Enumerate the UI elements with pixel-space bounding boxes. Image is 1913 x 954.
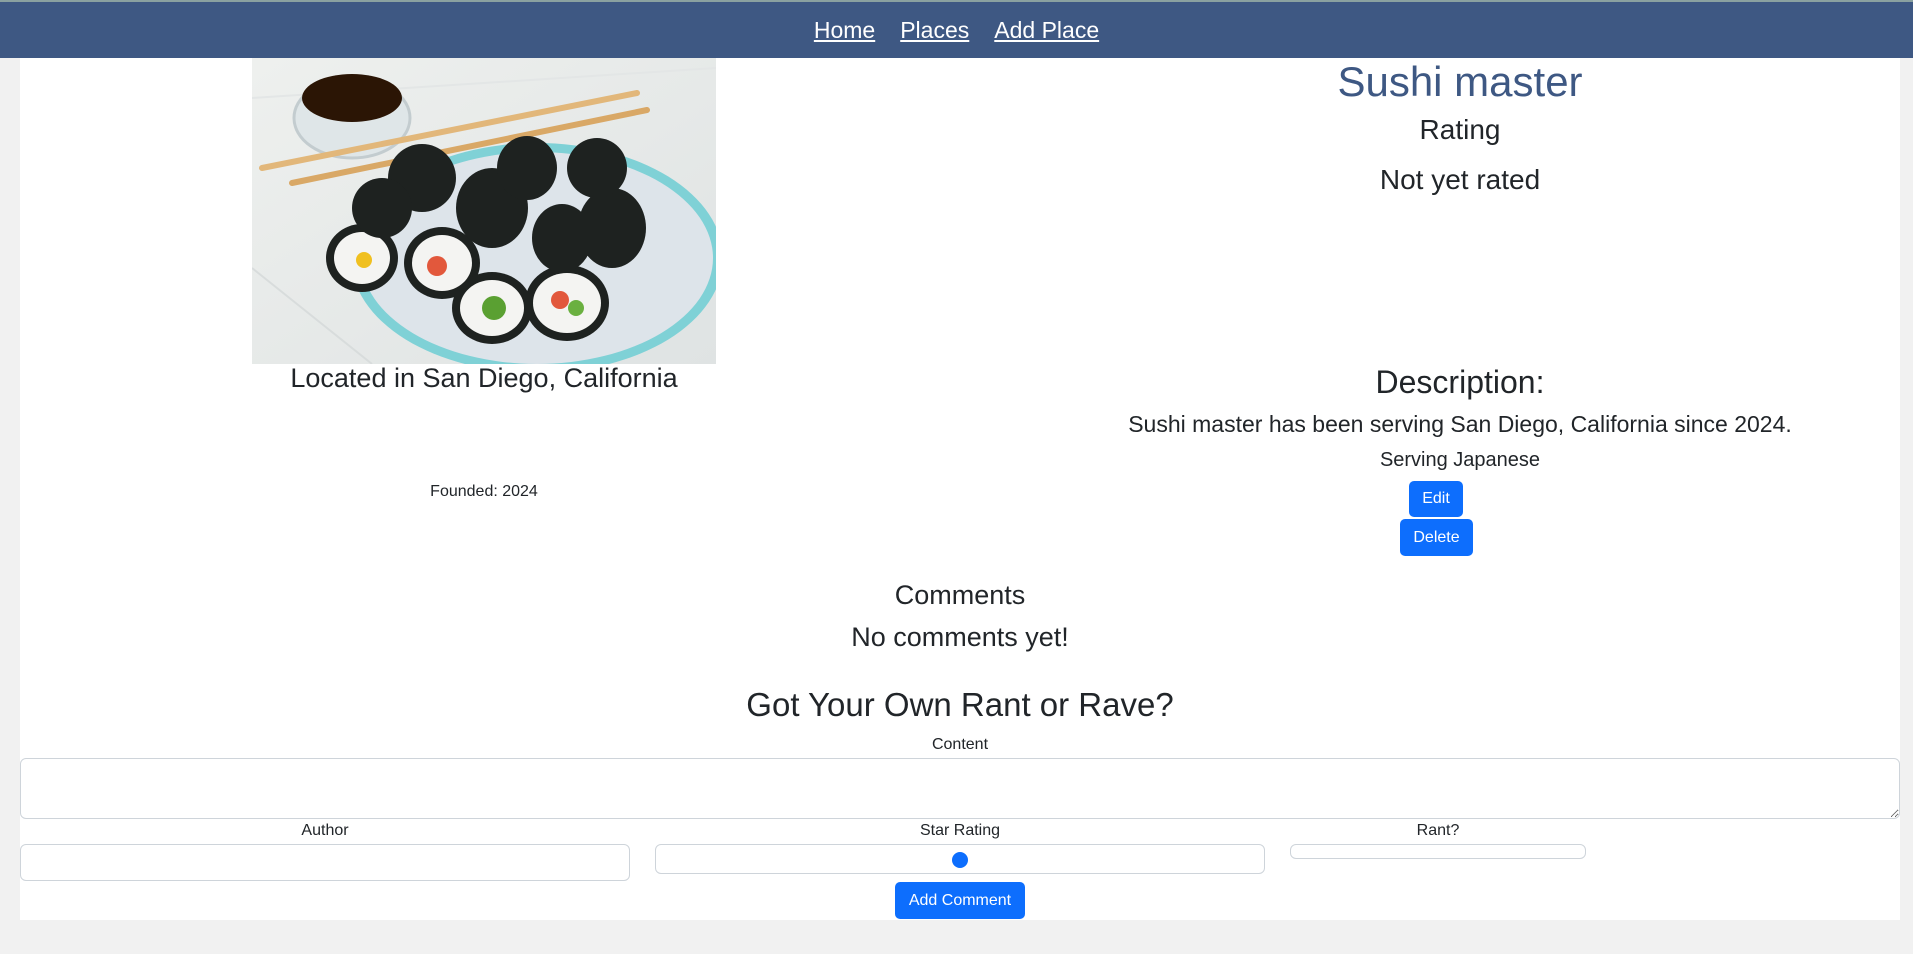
author-label: Author bbox=[301, 822, 349, 839]
comments-heading: Comments bbox=[894, 580, 1026, 610]
rant-label: Rant? bbox=[1416, 822, 1460, 839]
star-rating-slider[interactable] bbox=[655, 844, 1265, 874]
add-comment-button[interactable]: Add Comment bbox=[895, 882, 1025, 919]
place-founded: Founded: 2024 bbox=[430, 483, 538, 500]
edit-button[interactable]: Edit bbox=[1409, 481, 1463, 517]
rating-value: Not yet rated bbox=[1379, 164, 1541, 195]
nav-places-link[interactable]: Places bbox=[900, 17, 969, 44]
top-navbar: Home Places Add Place bbox=[0, 0, 1913, 58]
comments-empty-message: No comments yet! bbox=[851, 622, 1069, 652]
description-heading: Description: bbox=[1375, 364, 1545, 400]
rant-checkbox[interactable] bbox=[1290, 844, 1586, 859]
content-textarea[interactable] bbox=[20, 758, 1900, 819]
nav-add-place-link[interactable]: Add Place bbox=[994, 17, 1099, 44]
rating-heading: Rating bbox=[1419, 114, 1501, 145]
place-cuisine: Serving Japanese bbox=[1379, 449, 1541, 471]
main-content: Located in San Diego, California Founded… bbox=[20, 58, 1900, 920]
place-description: Sushi master has been serving San Diego,… bbox=[1128, 411, 1792, 437]
comment-form-heading: Got Your Own Rant or Rave? bbox=[746, 686, 1174, 723]
place-location: Located in San Diego, California bbox=[290, 363, 678, 393]
slider-thumb[interactable] bbox=[952, 852, 968, 868]
star-rating-label: Star Rating bbox=[919, 822, 1001, 839]
nav-home-link[interactable]: Home bbox=[814, 17, 875, 44]
author-input[interactable] bbox=[20, 844, 630, 881]
delete-button[interactable]: Delete bbox=[1400, 519, 1473, 556]
place-photo bbox=[252, 58, 716, 364]
content-label: Content bbox=[931, 736, 989, 753]
place-title: Sushi master bbox=[1337, 58, 1583, 105]
